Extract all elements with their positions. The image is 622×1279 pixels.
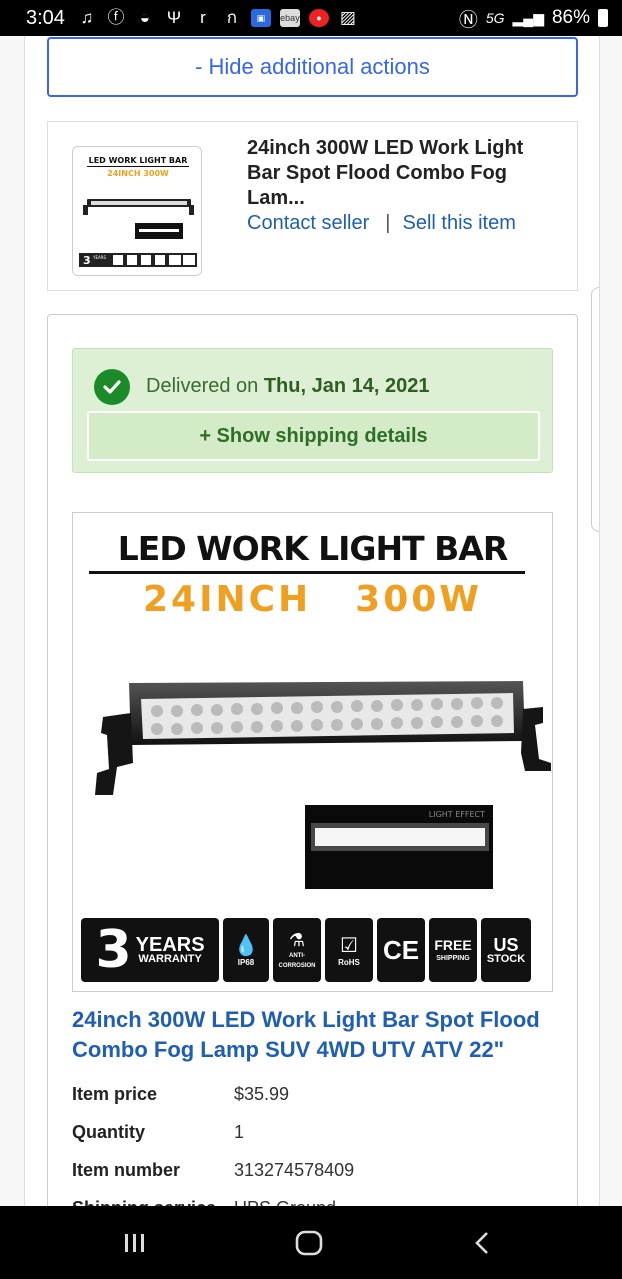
contact-seller-link[interactable]: Contact seller [247, 212, 369, 235]
svg-text:3: 3 [83, 254, 91, 267]
image-rule [89, 571, 525, 574]
detail-label: Item price [72, 1083, 158, 1104]
detail-row-quantity: Quantity 1 [72, 1113, 553, 1151]
item-thumbnail[interactable]: LED WORK LIGHT BAR 24INCH 300W 3 YEARS [72, 146, 202, 276]
network-type: 5G [485, 10, 505, 26]
warranty-years: YEARS [135, 934, 205, 956]
detail-value: $35.99 [234, 1083, 290, 1104]
app-n-icon: ก [226, 8, 238, 27]
image-size: 24INCH [142, 579, 312, 620]
detail-value: 313274578409 [234, 1159, 355, 1180]
item-actions: Contact seller | Sell this item [247, 212, 516, 235]
app-blue-icon: ▣ [250, 9, 271, 27]
link-separator: | [385, 212, 391, 234]
chat-icon: ◒ [139, 8, 151, 27]
shipping-label: SHIPPING [436, 955, 470, 962]
detail-row-price: Item price $35.99 [72, 1075, 553, 1113]
image-spec: 24INCH 300W [73, 579, 552, 620]
warranty-number: 3 [95, 920, 132, 980]
detail-value: 1 [234, 1121, 245, 1142]
free-shipping-badge: FREE SHIPPING [429, 918, 477, 982]
water-drop-icon: 💧 [233, 934, 259, 957]
item-title[interactable]: 24inch 300W LED Work Light Bar Spot Floo… [247, 136, 547, 211]
detail-row-shipping: Shipping service UPS Ground [72, 1189, 553, 1207]
delivery-status-text: Delivered on Thu, Jan 14, 2021 [146, 375, 429, 398]
svg-text:LED WORK LIGHT BAR: LED WORK LIGHT BAR [89, 156, 188, 165]
home-icon [295, 1230, 323, 1256]
feature-badges: 3 YEARS WARRANTY 💧 IP68 ⚗ ANTI-CORROSION… [81, 918, 545, 982]
product-title-link[interactable]: 24inch 300W LED Work Light Bar Spot Floo… [72, 1005, 562, 1065]
ce-badge: CE [377, 918, 425, 982]
order-card: Delivered on Thu, Jan 14, 2021 + Show sh… [47, 314, 578, 1206]
stock-label: STOCK [486, 953, 526, 965]
delivery-status-panel: Delivered on Thu, Jan 14, 2021 + Show sh… [72, 348, 553, 473]
item-summary-card: LED WORK LIGHT BAR 24INCH 300W 3 YEARS 2… [47, 121, 578, 291]
status-bar: 3:04 ♫ ⓕ ◒ Ψ r ก ▣ ebay ● ▨ Ⓝ 5G ▂▄▆ 86% [0, 0, 622, 36]
scroll-handle[interactable] [591, 287, 599, 532]
product-image[interactable]: LED WORK LIGHT BAR 24INCH 300W LIGHT EFF… [72, 512, 553, 992]
detail-value: UPS Ground [234, 1198, 336, 1207]
app-r-icon: r [200, 8, 206, 27]
image-power: 300W [355, 579, 483, 620]
back-button[interactable] [468, 1230, 498, 1256]
detail-label: Item number [72, 1159, 181, 1180]
detail-row-item-number: Item number 313274578409 [72, 1151, 553, 1189]
rohs-badge: ☑ RoHS [325, 918, 373, 982]
item-details: Item price $35.99 Quantity 1 Item number… [72, 1075, 553, 1207]
light-effect-label: LIGHT EFFECT [429, 810, 485, 819]
detail-label: Quantity [72, 1121, 146, 1142]
home-button[interactable] [294, 1230, 324, 1256]
hide-actions-button[interactable]: - Hide additional actions [47, 37, 578, 97]
check-icon [94, 369, 130, 405]
show-shipping-details-button[interactable]: + Show shipping details [87, 411, 540, 461]
warranty-badge: 3 YEARS WARRANTY [81, 918, 219, 982]
back-icon [475, 1232, 488, 1254]
battery-percent: 86% [551, 7, 590, 28]
notification-icons: ♫ ⓕ ◒ Ψ r ก ▣ ebay ● ▨ [77, 9, 358, 27]
app-icon: Ψ [166, 8, 182, 27]
system-indicators: Ⓝ 5G ▂▄▆ 86% [459, 5, 608, 32]
image-heading: LED WORK LIGHT BAR [117, 529, 509, 568]
us-label: US [493, 935, 519, 955]
delivery-date: Thu, Jan 14, 2021 [263, 375, 430, 397]
waterproof-badge: 💧 IP68 [223, 918, 269, 982]
order-details-page: - Hide additional actions LED WORK LIGHT… [24, 36, 600, 1206]
battery-icon [598, 9, 608, 27]
detail-label: Shipping service [72, 1198, 234, 1207]
free-label: FREE [434, 937, 472, 953]
signal-icon: ▂▄▆ [512, 9, 544, 26]
warranty-word: WARRANTY [138, 953, 202, 965]
sell-item-link[interactable]: Sell this item [402, 212, 515, 235]
svg-text:24INCH 300W: 24INCH 300W [107, 169, 169, 178]
ip-rating: IP68 [237, 957, 255, 967]
us-stock-badge: US STOCK [481, 918, 531, 982]
svg-text:YEARS: YEARS [92, 255, 106, 260]
facebook-icon: ⓕ [107, 8, 125, 27]
ebay-icon: ebay [279, 9, 300, 27]
light-bar-illustration: LIGHT EFFECT [95, 681, 551, 889]
music-icon: ♫ [80, 8, 94, 27]
anti-corrosion-badge: ⚗ ANTI-CORROSION [273, 918, 321, 982]
recents-button[interactable] [120, 1230, 150, 1256]
flask-icon: ⚗ [288, 929, 306, 950]
rohs-check-icon: ☑ [340, 934, 358, 957]
image-icon: ▨ [339, 8, 356, 27]
app-red-icon: ● [308, 9, 329, 27]
anti-corrosion-label: ANTI-CORROSION [278, 952, 316, 969]
system-nav-bar [0, 1206, 622, 1279]
thumbnail-image: LED WORK LIGHT BAR 24INCH 300W 3 YEARS [73, 147, 201, 275]
nfc-icon: Ⓝ [458, 9, 478, 31]
rohs-label: RoHS [338, 957, 360, 967]
delivery-prefix: Delivered on [146, 375, 264, 397]
clock: 3:04 [26, 6, 65, 29]
recents-icon [125, 1234, 144, 1252]
